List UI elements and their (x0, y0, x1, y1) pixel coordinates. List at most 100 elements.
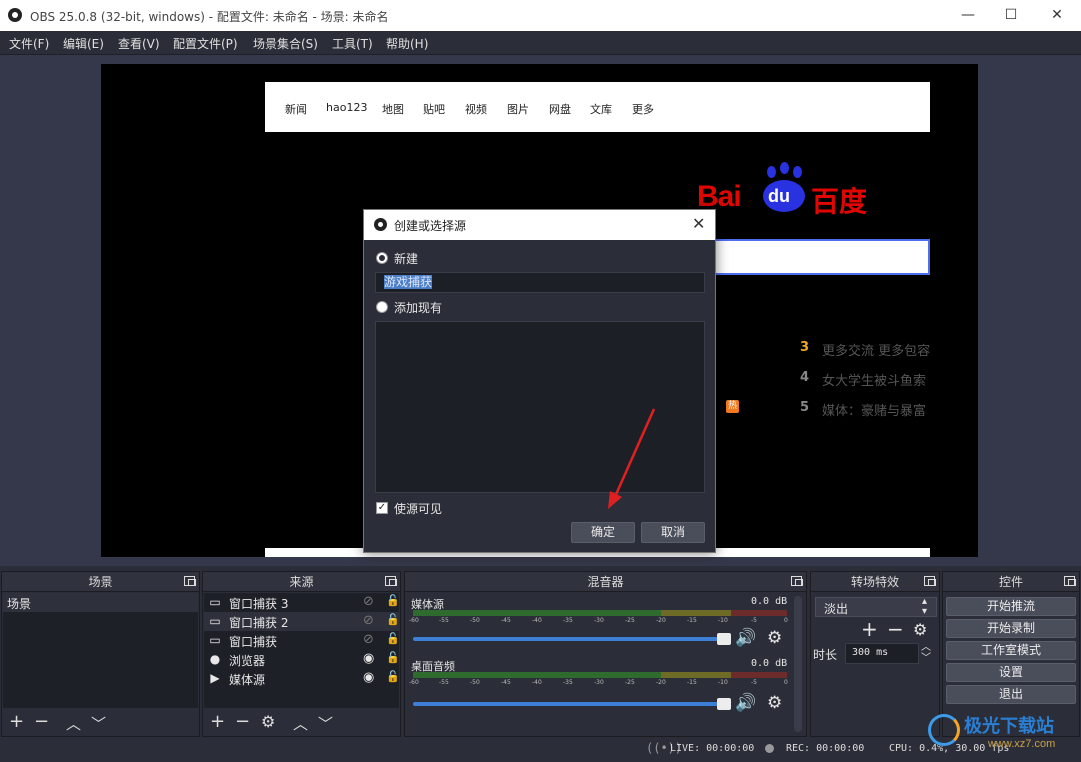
add-scene-button[interactable]: + (9, 711, 24, 732)
remove-scene-button[interactable]: − (34, 711, 49, 732)
eye-icon[interactable]: ◉ (363, 651, 374, 666)
speaker-icon[interactable]: 🔊 (735, 693, 756, 713)
remove-source-button[interactable]: − (235, 711, 250, 732)
menu-help[interactable]: 帮助(H) (386, 35, 428, 52)
dialog-title-bar: 创建或选择源 ✕ (364, 210, 715, 240)
lock-icon[interactable]: 🔓 (386, 651, 400, 664)
scenes-header: 场景 (2, 572, 199, 592)
lock-icon[interactable]: 🔓 (386, 594, 400, 607)
duration-spinner-icon[interactable]: ︿ ﹀ (921, 642, 931, 664)
play-icon: ▶ (210, 671, 220, 685)
remove-transition-button[interactable]: − (887, 617, 904, 641)
undock-icon[interactable] (1064, 576, 1076, 586)
baidu-logo: Bai du 百度 (697, 162, 877, 222)
hidden-eye-icon[interactable]: ⊘ (363, 594, 374, 609)
hot-badge: 热 (726, 400, 739, 413)
minimize-button[interactable]: — (958, 6, 978, 24)
hidden-eye-icon[interactable]: ⊘ (363, 632, 374, 647)
menu-edit[interactable]: 编辑(E) (63, 35, 104, 52)
web-nav-item: hao123 (326, 101, 368, 114)
volume-meter (413, 610, 787, 616)
source-item[interactable]: ▭ 窗口捕获 ⊘ 🔓 (204, 631, 399, 650)
studio-mode-button[interactable]: 工作室模式 (946, 641, 1076, 660)
menu-profile[interactable]: 配置文件(P) (173, 35, 238, 52)
new-source-radio[interactable] (376, 252, 388, 264)
volume-slider[interactable] (413, 698, 731, 710)
source-name-input[interactable]: 游戏捕获 (375, 272, 705, 293)
transition-select[interactable]: 淡出 ▴ ▾ (815, 597, 937, 617)
menu-bar: 文件(F) 编辑(E) 查看(V) 配置文件(P) 场景集合(S) 工具(T) … (0, 31, 1081, 55)
new-source-label: 新建 (394, 252, 419, 266)
obs-logo-icon (374, 218, 387, 231)
start-recording-button[interactable]: 开始录制 (946, 619, 1076, 638)
menu-scene-collection[interactable]: 场景集合(S) (253, 35, 318, 52)
source-item[interactable]: ▭ 窗口捕获 3 ⊘ 🔓 (204, 593, 399, 612)
gear-icon[interactable]: ⚙ (767, 693, 782, 713)
hot-item: 媒体：豪赌与暴富 (822, 404, 927, 419)
move-down-button[interactable]: ﹀ (318, 713, 333, 734)
menu-view[interactable]: 查看(V) (118, 35, 160, 52)
settings-button[interactable]: 设置 (946, 663, 1076, 682)
add-transition-button[interactable]: + (861, 617, 878, 641)
source-item[interactable]: ● 浏览器 ◉ 🔓 (204, 650, 400, 669)
hot-rank: 3 (800, 340, 810, 355)
add-existing-label: 添加现有 (394, 301, 443, 315)
web-nav-item: 更多 (632, 103, 654, 116)
captured-web-nav: 新闻 hao123 地图 贴吧 视频 图片 网盘 文库 更多 (265, 82, 930, 132)
move-up-button[interactable]: ︿ (66, 713, 81, 734)
undock-icon[interactable] (791, 576, 803, 586)
ok-button[interactable]: 确定 (571, 522, 635, 543)
add-source-button[interactable]: + (210, 711, 225, 732)
meter-ticks: -60 -55 -50 -45 -40 -35 -30 -25 -20 -15 -10 -5 0 (409, 679, 788, 686)
volume-meter (413, 672, 787, 678)
scene-item[interactable]: 场景 (3, 593, 198, 612)
live-time: LIVE: 00:00:00 (670, 743, 755, 754)
gear-icon[interactable]: ⚙ (261, 712, 275, 731)
mixer-dock: 混音器 媒体源 0.0 dB -60 -55 -50 -45 -40 -35 -30 -25-… (404, 571, 807, 737)
gear-icon[interactable]: ⚙ (767, 628, 782, 648)
status-bar: ((•)) LIVE: 00:00:00 REC: 00:00:00 CPU: … (0, 737, 1081, 762)
window-icon: ▭ (209, 633, 221, 647)
close-button[interactable]: ✕ (1047, 6, 1067, 24)
watermark-logo-icon (928, 714, 960, 746)
menu-tools[interactable]: 工具(T) (332, 35, 373, 52)
make-visible-checkbox[interactable]: ✓ (376, 502, 388, 514)
undock-icon[interactable] (184, 576, 196, 586)
record-dot-icon (765, 744, 774, 753)
web-nav-item: 贴吧 (423, 103, 445, 116)
duration-input[interactable]: 300 ms (845, 643, 919, 664)
cancel-button[interactable]: 取消 (641, 522, 705, 543)
transitions-dock: 转场特效 淡出 ▴ ▾ + − ⚙ 时长 300 ms ︿ ﹀ (810, 571, 940, 737)
exit-button[interactable]: 退出 (946, 685, 1076, 704)
add-existing-radio[interactable] (376, 301, 388, 313)
dialog-title: 创建或选择源 (394, 219, 467, 233)
volume-slider[interactable] (413, 633, 731, 645)
gear-icon[interactable]: ⚙ (913, 620, 927, 639)
move-up-button[interactable]: ︿ (293, 713, 308, 734)
hot-item: 更多交流 更多包容 (822, 344, 930, 359)
annotation-arrow-icon (608, 408, 656, 509)
lock-icon[interactable]: 🔓 (386, 632, 400, 645)
obs-logo-icon (8, 8, 22, 22)
lock-icon[interactable]: 🔓 (386, 613, 400, 626)
source-item[interactable]: ▭ 窗口捕获 2 ⊘ 🔓 (204, 612, 400, 631)
scenes-dock: 场景 场景 + − ︿ ﹀ (1, 571, 200, 737)
start-streaming-button[interactable]: 开始推流 (946, 597, 1076, 616)
globe-icon: ● (209, 652, 221, 666)
speaker-icon[interactable]: 🔊 (735, 628, 756, 648)
transitions-header: 转场特效 (811, 572, 939, 592)
title-bar: OBS 25.0.8 (32-bit, windows) - 配置文件: 未命名… (0, 0, 1081, 31)
undock-icon[interactable] (924, 576, 936, 586)
eye-icon[interactable]: ◉ (363, 670, 374, 685)
sources-toolbar: + − ⚙ ︿ ﹀ (203, 708, 400, 736)
mixer-scrollbar[interactable] (794, 596, 802, 732)
undock-icon[interactable] (385, 576, 397, 586)
hidden-eye-icon[interactable]: ⊘ (363, 613, 374, 628)
maximize-button[interactable]: ☐ (1001, 6, 1021, 24)
menu-file[interactable]: 文件(F) (9, 35, 49, 52)
lock-icon[interactable]: 🔓 (386, 670, 400, 683)
dialog-close-button[interactable]: ✕ (692, 214, 705, 233)
source-item[interactable]: ▶ 媒体源 ◉ 🔓 (204, 669, 399, 688)
move-down-button[interactable]: ﹀ (91, 713, 106, 734)
create-select-source-dialog: 创建或选择源 ✕ 新建 游戏捕获 添加现有 ✓ 使源可见 确定 取消 (363, 209, 716, 553)
